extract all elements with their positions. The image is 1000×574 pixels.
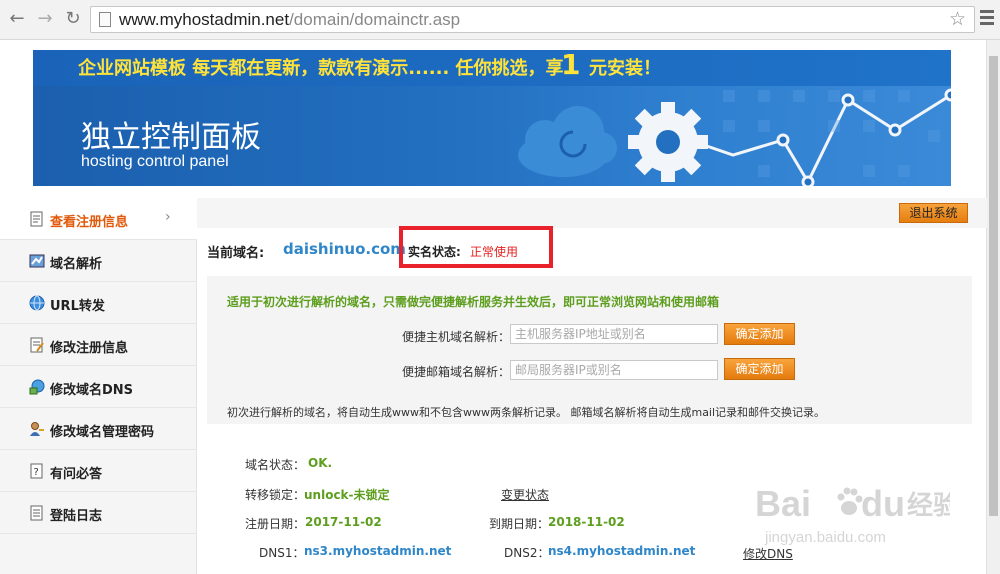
mail-resolve-label: 便捷邮箱域名解析： [402,365,511,379]
panel-note: 初次进行解析的域名，将自动生成www和不包含www两条解析记录。 邮箱域名解析将… [227,406,826,419]
reg-date-label: 注册日期： [245,517,306,531]
dns2-label: DNS2： [504,546,550,560]
dns2-value: ns4.myhostadmin.net [548,544,696,558]
svg-text:jingyan.baidu.com: jingyan.baidu.com [764,529,886,546]
logout-button[interactable]: 退出系统 [899,203,968,223]
sidebar-item-modify-password[interactable]: 修改域名管理密码 [0,408,197,450]
sidebar-nav: 查看注册信息 › 域名解析 URL转发 修改注册信息 修改域名DNS 修改域名管… [0,198,197,574]
chat-icon: ? [30,463,43,479]
transfer-lock-value: unlock-未锁定 [304,488,390,502]
sidebar-item-edit-registration[interactable]: 修改注册信息 [0,324,197,366]
baidu-watermark-logo: Bai du 经验 jingyan.baidu.com [755,483,950,546]
sidebar-item-label: 登陆日志 [50,509,103,524]
sidebar-item-login-log[interactable]: 登陆日志 [0,492,197,534]
sidebar-item-label: 修改域名DNS [50,383,134,398]
sidebar-item-dns-resolve[interactable]: 域名解析 [0,240,197,282]
current-domain-value: daishinuo.com [283,240,406,258]
svg-text:经验: 经验 [907,490,950,521]
address-bar[interactable]: www.myhostadmin.net/domain/domainctr.asp… [90,6,975,33]
sidebar-item-label: 修改域名管理密码 [50,425,155,440]
dns1-value: ns3.myhostadmin.net [304,544,452,558]
banner-title: 独立控制面板 [81,120,261,155]
host-add-button[interactable]: 确定添加 [724,323,795,345]
globe-icon [29,295,45,311]
browser-menu-icon[interactable] [980,10,994,28]
transfer-lock-label: 转移锁定： [245,488,306,502]
sidebar-item-label: 修改注册信息 [50,341,129,356]
network-globe-icon [29,379,45,395]
realname-status-value: 正常使用 [470,245,519,259]
sidebar-item-faq[interactable]: ? 有问必答 [0,450,197,492]
realname-status-label: 实名状态: [408,245,461,259]
scrollbar-thumb[interactable] [989,56,998,516]
svg-text:?: ? [34,467,39,478]
dns1-label: DNS1： [259,546,305,560]
svg-text:Bai: Bai [755,483,811,524]
banner-subtitle: hosting control panel [81,153,229,170]
exp-date-value: 2018-11-02 [548,515,625,529]
chevron-right-icon: › [165,209,171,225]
sidebar-item-modify-dns[interactable]: 修改域名DNS [0,366,197,408]
content-topbar: 退出系统 [197,198,987,228]
browser-toolbar: ← → ↻ www.myhostadmin.net/domain/domainc… [0,0,1000,40]
page-icon [99,12,111,27]
header-banner: 企业网站模板 每天都在更新，款款有演示...... 任你挑选，享 1 元安装！ … [33,50,951,186]
reload-icon[interactable]: ↻ [62,8,84,30]
sidebar-item-label: 有问必答 [50,467,103,482]
panel-title: 适用于初次进行解析的域名，只需做完便捷解析服务并生效后，即可正常浏览网站和使用邮… [227,295,720,309]
dns-resolve-icon [29,254,45,268]
sidebar-item-label: 域名解析 [50,257,103,272]
back-arrow-icon[interactable]: ← [6,8,28,30]
document-icon [30,211,43,227]
mail-add-button[interactable]: 确定添加 [724,358,795,380]
change-status-link[interactable]: 变更状态 [501,486,549,503]
host-resolve-input[interactable] [510,324,718,344]
mail-resolve-input[interactable] [510,360,718,380]
url-text: www.myhostadmin.net/domain/domainctr.asp [119,10,461,29]
domain-status-label: 域名状态： [245,458,306,472]
host-resolve-label: 便捷主机域名解析： [402,330,511,344]
sidebar-item-label: URL转发 [50,299,105,314]
log-icon [30,505,43,521]
svg-text:du: du [861,483,905,524]
forward-arrow-icon[interactable]: → [34,8,56,30]
cloud-gear-graphic-icon [518,88,951,186]
domain-status-value: OK. [308,456,333,470]
reg-date-value: 2017-11-02 [305,515,382,529]
sidebar-item-url-forward[interactable]: URL转发 [0,282,197,324]
user-key-icon [30,422,44,436]
bookmark-star-icon[interactable]: ☆ [949,8,966,30]
exp-date-label: 到期日期： [489,517,550,531]
current-domain-label: 当前域名: [207,246,265,261]
sidebar-item-label: 查看注册信息 [50,215,129,230]
sidebar-item-view-registration[interactable]: 查看注册信息 › [0,198,197,240]
edit-document-icon [30,337,44,353]
page-scrollbar[interactable] [986,40,1000,574]
quick-resolve-panel: 适用于初次进行解析的域名，只需做完便捷解析服务并生效后，即可正常浏览网站和使用邮… [207,276,972,424]
